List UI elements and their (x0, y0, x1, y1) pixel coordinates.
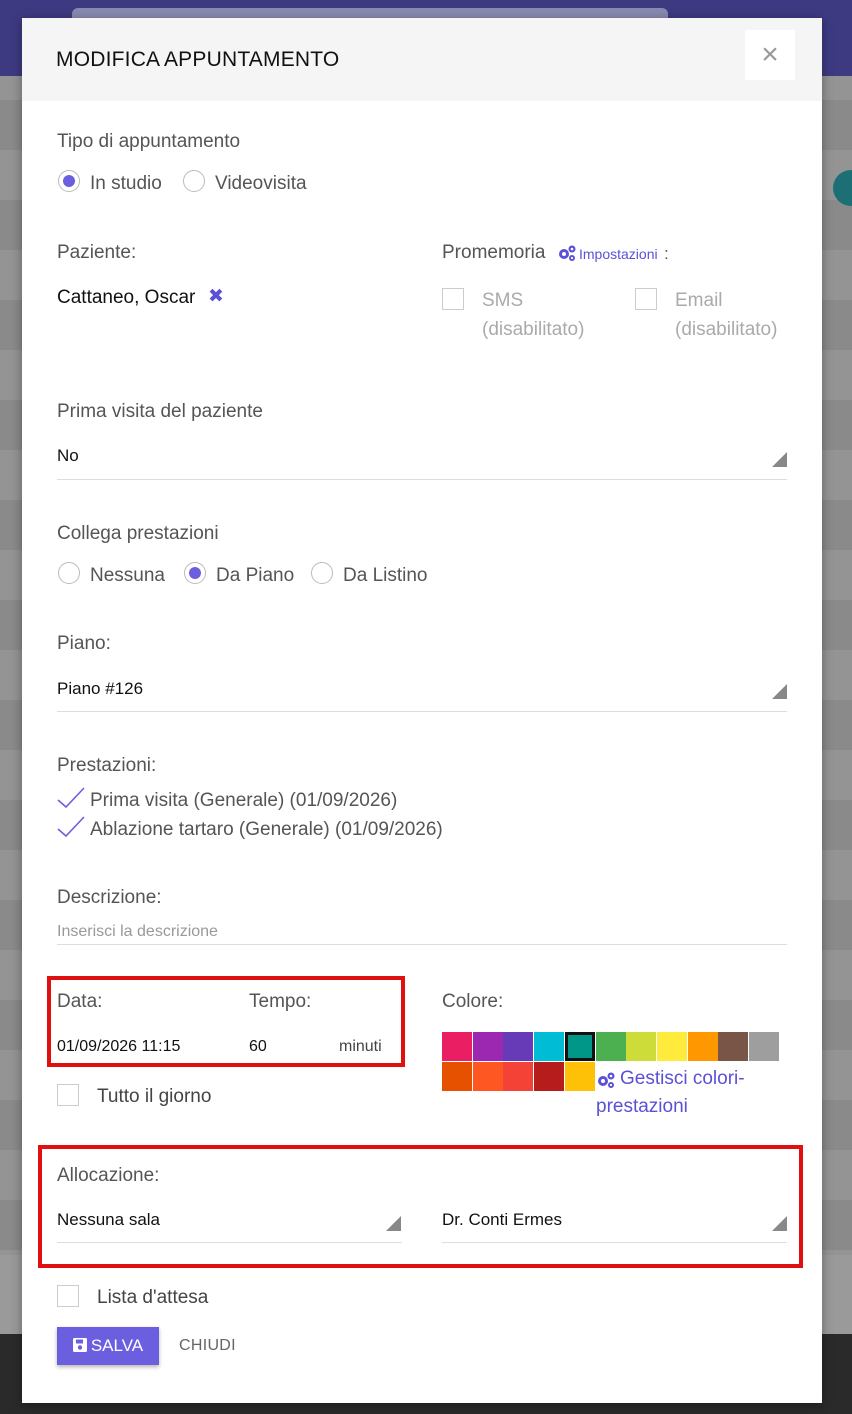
color-swatch[interactable] (534, 1062, 565, 1091)
manage-colors-link[interactable]: Gestisci colori- (620, 1068, 745, 1090)
save-button-label: SALVA (90, 1336, 144, 1355)
color-swatch[interactable] (564, 1062, 595, 1091)
radio-videovisita-label[interactable]: Videovisita (215, 173, 307, 195)
description-label: Descrizione: (57, 887, 162, 908)
all-day-checkbox[interactable] (57, 1084, 79, 1106)
waiting-list-label: Lista d'attesa (97, 1287, 209, 1308)
color-swatch[interactable] (749, 1032, 779, 1061)
waiting-list-checkbox[interactable] (57, 1285, 79, 1307)
close-button[interactable]: CHIUDI (179, 1337, 236, 1355)
chevron-down-icon (772, 452, 787, 467)
color-swatch[interactable] (626, 1032, 657, 1061)
remove-patient-icon[interactable]: ✖ (208, 285, 224, 308)
sms-checkbox[interactable] (442, 288, 464, 310)
color-swatch[interactable] (503, 1062, 534, 1091)
color-swatch[interactable] (442, 1062, 472, 1091)
modal-title: MODIFICA APPUNTAMENTO (56, 48, 340, 71)
check-icon (57, 816, 85, 843)
color-swatch[interactable] (472, 1062, 503, 1091)
link-services-label: Collega prestazioni (57, 523, 219, 544)
highlight-box-allocation (38, 1145, 803, 1268)
email-checkbox[interactable] (635, 288, 657, 310)
color-swatch[interactable] (564, 1032, 595, 1061)
all-day-label: Tutto il giorno (97, 1086, 212, 1107)
check-icon (57, 787, 85, 814)
edit-appointment-modal: MODIFICA APPUNTAMENTO × Tipo di appuntam… (22, 18, 822, 1403)
patient-name: Cattaneo, Oscar (57, 287, 196, 308)
color-swatch[interactable] (534, 1032, 565, 1061)
first-visit-label: Prima visita del paziente (57, 401, 263, 422)
manage-colors-link-line2[interactable]: prestazioni (596, 1096, 688, 1118)
radio-da-piano[interactable] (184, 562, 206, 584)
close-icon[interactable]: × (745, 30, 795, 80)
email-state: (disabilitato) (675, 319, 778, 340)
patient-label: Paziente: (57, 242, 137, 263)
service-item: Ablazione tartaro (Generale) (01/09/2026… (90, 819, 443, 840)
chevron-down-icon (772, 684, 787, 699)
radio-in-studio-label[interactable]: In studio (90, 173, 162, 195)
description-input[interactable]: Inserisci la descrizione (57, 923, 218, 941)
sms-label: SMS (482, 290, 524, 311)
radio-videovisita[interactable] (183, 170, 205, 192)
color-label: Colore: (442, 991, 504, 1012)
color-swatch[interactable] (718, 1032, 749, 1061)
email-label: Email (675, 290, 723, 311)
color-swatch[interactable] (687, 1032, 718, 1061)
radio-da-listino-label[interactable]: Da Listino (343, 565, 428, 587)
gears-icon[interactable] (557, 244, 576, 262)
plan-label: Piano: (57, 633, 111, 654)
radio-nessuna-label[interactable]: Nessuna (90, 565, 165, 587)
first-visit-select[interactable]: No (57, 446, 79, 466)
radio-da-listino[interactable] (311, 562, 333, 584)
radio-in-studio[interactable] (58, 170, 80, 192)
color-swatch[interactable] (472, 1032, 503, 1061)
gears-icon[interactable] (596, 1071, 616, 1094)
floppy-icon (72, 1338, 87, 1352)
color-swatch[interactable] (503, 1032, 534, 1061)
service-item: Prima visita (Generale) (01/09/2026) (90, 790, 398, 811)
color-swatch[interactable] (595, 1032, 626, 1061)
sms-state: (disabilitato) (482, 319, 585, 340)
modal-header: MODIFICA APPUNTAMENTO × (22, 18, 822, 101)
user-avatar (833, 170, 852, 206)
reminder-settings-link[interactable]: Impostazioni (579, 246, 658, 262)
radio-nessuna[interactable] (58, 562, 80, 584)
plan-select[interactable]: Piano #126 (57, 679, 143, 699)
save-button[interactable]: SALVA (57, 1327, 159, 1365)
highlight-box-datetime (47, 976, 405, 1067)
radio-da-piano-label[interactable]: Da Piano (216, 565, 294, 587)
color-swatch[interactable] (656, 1032, 687, 1061)
appointment-type-label: Tipo di appuntamento (57, 131, 241, 152)
services-label: Prestazioni: (57, 755, 157, 776)
color-swatch[interactable] (442, 1032, 472, 1061)
reminder-label: Promemoria (442, 242, 546, 263)
